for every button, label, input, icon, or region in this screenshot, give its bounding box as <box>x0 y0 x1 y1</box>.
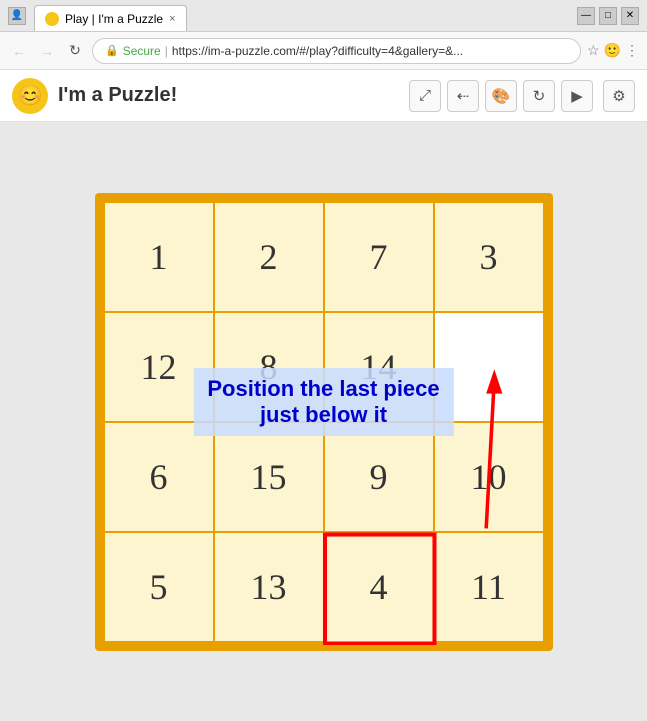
close-btn[interactable]: ✕ <box>621 7 639 25</box>
app-logo: 😊 <box>12 78 48 114</box>
puzzle-cell-15[interactable]: 15 <box>215 423 323 531</box>
title-bar: 👤 Play | I'm a Puzzle × — □ ✕ <box>0 0 647 32</box>
window-controls: 👤 <box>8 7 26 25</box>
puzzle-grid: 127312814615910513411 <box>105 203 543 641</box>
puzzle-cell-7[interactable]: 7 <box>325 203 433 311</box>
puzzle-cell-9[interactable]: 9 <box>325 423 433 531</box>
puzzle-cell-11[interactable]: 11 <box>435 533 543 641</box>
tab-title: Play | I'm a Puzzle <box>65 12 163 26</box>
address-bar: ← → ↻ 🔒 Secure | https://im-a-puzzle.com… <box>0 32 647 70</box>
main-content: 127312814615910513411 Position the last … <box>0 122 647 721</box>
puzzle-cell-3[interactable]: 3 <box>435 203 543 311</box>
tab-favicon <box>45 12 59 26</box>
logo-emoji: 😊 <box>18 83 43 108</box>
browser-tab[interactable]: Play | I'm a Puzzle × <box>34 5 187 31</box>
tab-area: Play | I'm a Puzzle × <box>34 0 577 31</box>
toolbar-buttons: ⤢ ⇠ 🎨 ↻ ▶ <box>409 80 593 112</box>
puzzle-cell-1[interactable]: 1 <box>105 203 213 311</box>
puzzle-cell-5[interactable]: 5 <box>105 533 213 641</box>
gear-icon: ⚙ <box>612 87 625 105</box>
puzzle-cell-empty[interactable] <box>435 313 543 421</box>
expand-btn[interactable]: ⤢ <box>409 80 441 112</box>
menu-icon[interactable]: ⋮ <box>625 42 639 59</box>
maximize-btn[interactable]: □ <box>599 7 617 25</box>
back-btn[interactable]: ← <box>8 40 30 62</box>
app-title: I'm a Puzzle! <box>58 84 399 107</box>
minimize-btn[interactable]: — <box>577 7 595 25</box>
profile-btn[interactable]: 👤 <box>8 7 26 25</box>
puzzle-cell-14[interactable]: 14 <box>325 313 433 421</box>
win-buttons: — □ ✕ <box>577 7 639 25</box>
puzzle-board: 127312814615910513411 Position the last … <box>95 193 553 651</box>
puzzle-cell-12[interactable]: 12 <box>105 313 213 421</box>
puzzle-cell-8[interactable]: 8 <box>215 313 323 421</box>
tab-close-btn[interactable]: × <box>169 13 175 25</box>
address-input[interactable]: 🔒 Secure | https://im-a-puzzle.com/#/pla… <box>92 38 581 64</box>
play-btn[interactable]: ▶ <box>561 80 593 112</box>
puzzle-cell-2[interactable]: 2 <box>215 203 323 311</box>
address-right-controls: ☆ 🙂 ⋮ <box>587 42 639 59</box>
palette-btn[interactable]: 🎨 <box>485 80 517 112</box>
app-header: 😊 I'm a Puzzle! ⤢ ⇠ 🎨 ↻ ▶ ⚙ <box>0 70 647 122</box>
url-text: https://im-a-puzzle.com/#/play?difficult… <box>172 44 463 58</box>
share-btn[interactable]: ⇠ <box>447 80 479 112</box>
puzzle-cell-10[interactable]: 10 <box>435 423 543 531</box>
puzzle-cell-4[interactable]: 4 <box>325 533 433 641</box>
lock-icon: 🔒 <box>105 44 119 57</box>
smiley-icon[interactable]: 🙂 <box>604 42 621 59</box>
forward-btn[interactable]: → <box>36 40 58 62</box>
settings-btn[interactable]: ⚙ <box>603 80 635 112</box>
puzzle-cell-6[interactable]: 6 <box>105 423 213 531</box>
secure-label: Secure <box>123 44 161 58</box>
url-separator: | <box>165 44 168 58</box>
bookmark-icon[interactable]: ☆ <box>587 42 600 59</box>
puzzle-cell-13[interactable]: 13 <box>215 533 323 641</box>
refresh-btn[interactable]: ↻ <box>64 40 86 62</box>
refresh-puzzle-btn[interactable]: ↻ <box>523 80 555 112</box>
